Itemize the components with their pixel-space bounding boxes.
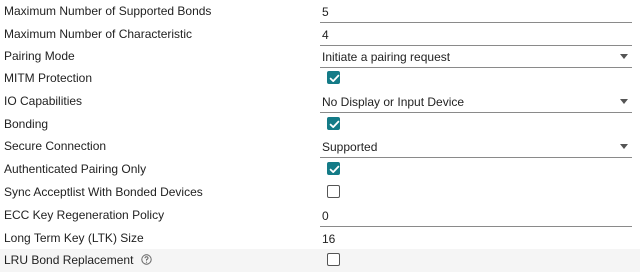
field-label: Secure Connection — [4, 139, 107, 153]
ecc-key-regeneration-input[interactable]: 0 — [320, 204, 632, 227]
max-supported-bonds-input[interactable]: 5 — [320, 0, 632, 23]
row-mitm-protection: MITM Protection — [0, 67, 640, 90]
field-label: Maximum Number of Supported Bonds — [4, 4, 212, 18]
max-characteristic-input[interactable]: 4 — [320, 23, 632, 46]
authenticated-pairing-only-checkbox[interactable] — [327, 162, 340, 175]
pairing-mode-select[interactable]: Initiate a pairing request — [320, 45, 632, 68]
row-sync-acceptlist: Sync Acceptlist With Bonded Devices — [0, 181, 640, 204]
question-circle-icon[interactable] — [141, 254, 152, 268]
row-io-capabilities: IO Capabilities No Display or Input Devi… — [0, 90, 640, 113]
field-label: Sync Acceptlist With Bonded Devices — [4, 185, 203, 199]
row-lru-bond-replacement: LRU Bond Replacement — [0, 249, 640, 272]
ble-security-settings-form: Maximum Number of Supported Bonds 5 Maxi… — [0, 0, 640, 272]
io-capabilities-select[interactable]: No Display or Input Device — [320, 90, 632, 113]
field-value: 16 — [322, 232, 336, 246]
row-ltk-size: Long Term Key (LTK) Size 16 — [0, 227, 640, 250]
field-value: 4 — [322, 28, 329, 42]
field-value: Initiate a pairing request — [322, 50, 451, 64]
secure-connection-select[interactable]: Supported — [320, 135, 632, 158]
check-icon — [329, 165, 340, 173]
field-label: IO Capabilities — [4, 94, 83, 108]
check-icon — [329, 120, 340, 128]
field-value: 5 — [322, 5, 329, 19]
field-label: ECC Key Regeneration Policy — [4, 208, 165, 222]
dropdown-arrow-icon — [620, 99, 628, 104]
field-label: Maximum Number of Characteristic — [4, 27, 193, 41]
field-label-group: LRU Bond Replacement — [4, 253, 152, 268]
bonding-checkbox[interactable] — [327, 117, 340, 130]
row-secure-connection: Secure Connection Supported — [0, 135, 640, 158]
row-max-supported-bonds: Maximum Number of Supported Bonds 5 — [0, 0, 640, 23]
field-label: Pairing Mode — [4, 49, 75, 63]
field-value: No Display or Input Device — [322, 95, 465, 109]
ltk-size-input[interactable]: 16 — [320, 227, 632, 250]
sync-acceptlist-checkbox[interactable] — [327, 185, 340, 198]
field-value: 0 — [322, 209, 329, 223]
lru-bond-replacement-checkbox[interactable] — [327, 253, 340, 266]
dropdown-arrow-icon — [620, 144, 628, 149]
field-label: Long Term Key (LTK) Size — [4, 231, 144, 245]
row-pairing-mode: Pairing Mode Initiate a pairing request — [0, 45, 640, 68]
row-bonding: Bonding — [0, 113, 640, 136]
row-max-characteristic: Maximum Number of Characteristic 4 — [0, 23, 640, 46]
field-label: Authenticated Pairing Only — [4, 162, 147, 176]
row-ecc-key-regeneration: ECC Key Regeneration Policy 0 — [0, 204, 640, 227]
field-label: LRU Bond Replacement — [4, 253, 134, 267]
field-label: Bonding — [4, 117, 49, 131]
dropdown-arrow-icon — [620, 54, 628, 59]
row-authenticated-pairing-only: Authenticated Pairing Only — [0, 158, 640, 181]
check-icon — [329, 74, 340, 82]
field-value: Supported — [322, 140, 378, 154]
field-label: MITM Protection — [4, 71, 93, 85]
mitm-protection-checkbox[interactable] — [327, 71, 340, 84]
